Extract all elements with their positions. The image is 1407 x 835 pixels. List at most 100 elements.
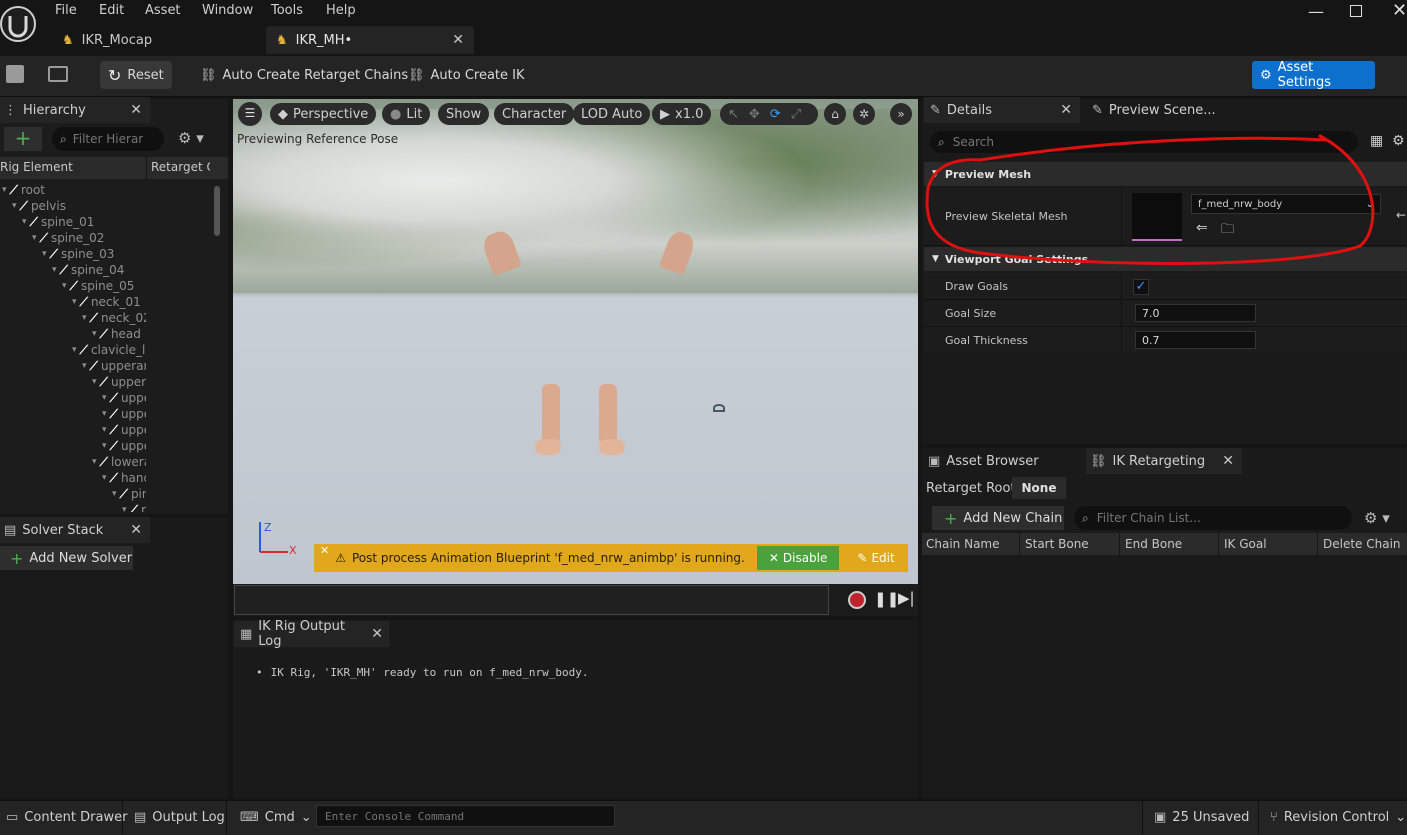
tab-ikr-mocap[interactable]: ♞ IKR_Mocap	[52, 26, 258, 54]
col-ik-goal[interactable]: IK Goal	[1220, 533, 1318, 555]
content-drawer-button[interactable]: ▭ Content Drawer	[6, 807, 127, 827]
expand-arrow-icon[interactable]: ▾	[92, 457, 97, 467]
tree-item[interactable]: ▾ ⟋ spine_03	[0, 246, 146, 262]
record-icon[interactable]	[848, 591, 866, 609]
console-input[interactable]	[316, 805, 615, 827]
tree-item[interactable]: ▾⟋upperarm_bck_l	[0, 422, 146, 438]
tab-details[interactable]: ✎ Details ✕	[924, 97, 1080, 123]
expand-arrow-icon[interactable]: ▾	[82, 361, 87, 371]
menu-help[interactable]: Help	[326, 3, 356, 18]
browse-icon[interactable]	[48, 66, 68, 82]
expand-arrow-icon[interactable]: ▾	[12, 201, 17, 211]
tree-item[interactable]: ▾⟋upperarm_twist_01_l	[0, 374, 146, 390]
tree-item[interactable]: ▾⟋upperarm_twist_02_l	[0, 390, 146, 406]
cmd-dropdown[interactable]: ⌨ Cmd ⌄	[240, 807, 312, 827]
minimize-icon[interactable]: —	[1308, 2, 1324, 21]
tree-item[interactable]: ▾ ⟋ neck_02	[0, 310, 146, 326]
dismiss-warning-icon[interactable]: ✕	[320, 544, 329, 557]
tree-item[interactable]: ▾⟋lowerarm_l	[0, 454, 146, 470]
move-icon[interactable]: ✥	[749, 107, 760, 122]
expand-arrow-icon[interactable]: ▾	[72, 345, 77, 355]
snap-icon[interactable]: ✲	[853, 103, 875, 125]
edit-button[interactable]: ✎ Edit	[847, 546, 904, 570]
scale-icon[interactable]: ⤢	[791, 107, 801, 122]
character-button[interactable]: Character	[494, 103, 575, 125]
tab-ik-retargeting[interactable]: ⛓ IK Retargeting ✕	[1086, 448, 1242, 474]
tree-item[interactable]: ▾⟋pinky_01_l	[0, 502, 146, 513]
expand-arrow-icon[interactable]: ▾	[122, 505, 127, 512]
tab-ik-rig-output-log[interactable]: ▦ IK Rig Output Log ✕	[234, 619, 389, 649]
tab-solver-stack[interactable]: ▤ Solver Stack ✕	[0, 517, 150, 543]
asset-settings-button[interactable]: ⚙ Asset Settings	[1252, 60, 1375, 90]
expand-arrow-icon[interactable]: ▾	[82, 313, 87, 323]
expand-arrow-icon[interactable]: ▾	[52, 265, 57, 275]
goal-thickness-input[interactable]: 0.7	[1135, 331, 1256, 349]
tree-item[interactable]: ▾ ⟋ neck_01	[0, 294, 146, 310]
tree-item[interactable]: ▾ ⟋ head	[0, 326, 146, 342]
tree-item[interactable]: ▾⟋upperarm_fwd_l	[0, 438, 146, 454]
draw-goals-checkbox[interactable]: ✓	[1133, 279, 1149, 295]
select-icon[interactable]: ↖	[728, 107, 739, 122]
expand-arrow-icon[interactable]: ▾	[112, 489, 117, 499]
pause-icon[interactable]: ❚❚	[874, 590, 899, 608]
tree-item[interactable]: ▾ ⟋ spine_04	[0, 262, 146, 278]
tree-item[interactable]: ▾⟋hand_l	[0, 470, 146, 486]
transform-tools[interactable]: ↖ ✥ ⟳ ⤢	[720, 103, 818, 125]
expand-arrow-icon[interactable]: ▾	[102, 393, 107, 403]
expand-arrow-icon[interactable]: ▾	[92, 377, 97, 387]
tab-asset-browser[interactable]: ▣ Asset Browser	[924, 448, 1080, 474]
unreal-logo-icon[interactable]	[0, 2, 40, 46]
settings-gear-icon[interactable]: ⚙	[1392, 133, 1405, 149]
expand-arrow-icon[interactable]: ▾	[2, 185, 7, 195]
tree-item[interactable]: ▾ ⟋ spine_01	[0, 214, 146, 230]
tree-item[interactable]: ▾ ⟋ root	[0, 182, 146, 198]
tree-item[interactable]: ▾ ⟋ pelvis	[0, 198, 146, 214]
expand-arrow-icon[interactable]: ▾	[92, 329, 97, 339]
step-forward-icon[interactable]: ▶|	[898, 589, 915, 607]
col-retarget-chain[interactable]: Retarget Chain	[146, 157, 210, 179]
tree-item[interactable]: ▾ ⟋ clavicle_l	[0, 342, 146, 358]
col-end-bone[interactable]: End Bone	[1121, 533, 1219, 555]
col-delete-chain[interactable]: Delete Chain	[1319, 533, 1407, 555]
unsaved-button[interactable]: ▣ 25 Unsaved	[1154, 807, 1249, 827]
play-speed-button[interactable]: ▶ x1.0	[652, 103, 712, 125]
rotate-icon[interactable]: ⟳	[770, 107, 781, 122]
expand-arrow-icon[interactable]: ▾	[72, 297, 77, 307]
col-chain-name[interactable]: Chain Name	[922, 533, 1020, 555]
viewport-menu-icon[interactable]: ☰	[238, 102, 262, 126]
retarget-root-value[interactable]: None	[1012, 477, 1066, 499]
more-options-icon[interactable]: »	[890, 103, 912, 125]
close-panel-icon[interactable]: ✕	[371, 626, 383, 642]
close-panel-icon[interactable]: ✕	[130, 102, 142, 118]
close-tab-icon[interactable]: ✕	[452, 32, 464, 48]
menu-tools[interactable]: Tools	[271, 3, 303, 18]
show-button[interactable]: Show	[438, 103, 490, 125]
close-panel-icon[interactable]: ✕	[1060, 102, 1072, 118]
hierarchy-scrollbar[interactable]	[214, 186, 220, 236]
menu-window[interactable]: Window	[202, 3, 253, 18]
expand-arrow-icon[interactable]: ▾	[102, 425, 107, 435]
lod-button[interactable]: LOD Auto	[573, 103, 651, 125]
menu-file[interactable]: File	[55, 3, 77, 18]
viewport[interactable]: Previewing Reference Pose Z X	[233, 99, 918, 584]
perspective-button[interactable]: ◆ Perspective	[270, 103, 377, 125]
close-window-icon[interactable]: ✕	[1392, 0, 1407, 21]
col-start-bone[interactable]: Start Bone	[1021, 533, 1120, 555]
tree-item[interactable]: ▾⟋upperarm_l	[0, 358, 146, 374]
world-local-icon[interactable]: ⌂	[824, 103, 846, 125]
hierarchy-filter-input[interactable]	[72, 132, 143, 146]
tab-ikr-mh[interactable]: ♞ IKR_MH• ✕	[266, 26, 474, 54]
close-panel-icon[interactable]: ✕	[1222, 453, 1234, 469]
goal-size-input[interactable]: 7.0	[1135, 304, 1256, 322]
expand-arrow-icon[interactable]: ▾	[22, 217, 27, 227]
expand-arrow-icon[interactable]: ▾	[102, 473, 107, 483]
maximize-icon[interactable]	[1350, 5, 1362, 17]
expand-arrow-icon[interactable]: ▾	[102, 409, 107, 419]
add-element-button[interactable]: +	[4, 127, 42, 151]
close-panel-icon[interactable]: ✕	[130, 522, 142, 538]
tree-item[interactable]: ▾ ⟋ spine_05	[0, 278, 146, 294]
disable-button[interactable]: ✕ Disable	[756, 546, 840, 570]
tree-item[interactable]: ▾⟋pinky_metacarpal_l	[0, 486, 146, 502]
auto-create-ik-button[interactable]: ⛓ Auto Create IK	[400, 61, 533, 89]
expand-arrow-icon[interactable]: ▾	[42, 249, 47, 259]
